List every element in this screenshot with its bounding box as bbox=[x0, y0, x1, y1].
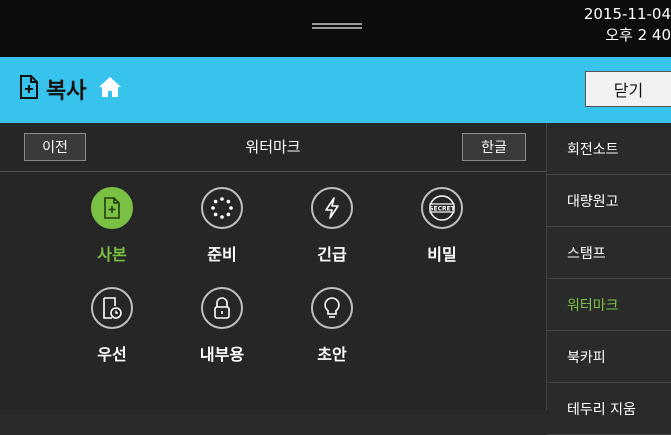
sidebar-item-rotate-sort[interactable]: 회전소트 bbox=[547, 123, 671, 175]
page-title: 복사 bbox=[46, 79, 87, 104]
home-icon[interactable] bbox=[98, 76, 122, 102]
option-copy[interactable]: 사본 bbox=[67, 187, 157, 265]
option-urgent[interactable]: 긴급 bbox=[287, 187, 377, 265]
option-internal[interactable]: 내부용 bbox=[177, 287, 267, 365]
language-button[interactable]: 한글 bbox=[462, 133, 526, 161]
option-label: 사본 bbox=[97, 245, 127, 264]
option-label: 준비 bbox=[207, 245, 237, 264]
lightbulb-icon bbox=[311, 287, 353, 329]
option-label: 초안 bbox=[317, 345, 347, 364]
option-label: 우선 bbox=[97, 345, 127, 364]
sidebar-item-book-copy[interactable]: 북카피 bbox=[547, 331, 671, 383]
main-panel: 이전 워터마크 한글 사본 준비 긴급 SECRET 비밀 우선 내부용 초안 bbox=[0, 123, 546, 410]
option-draft[interactable]: 초안 bbox=[287, 287, 377, 365]
sidebar-item-watermark[interactable]: 워터마크 bbox=[547, 279, 671, 331]
sidebar-item-stamp[interactable]: 스탬프 bbox=[547, 227, 671, 279]
sidebar-item-border-erase[interactable]: 테두리 지움 bbox=[547, 383, 671, 435]
copy-doc-icon bbox=[91, 187, 133, 229]
lightning-icon bbox=[311, 187, 353, 229]
title-area: 복사 bbox=[18, 73, 122, 105]
secret-stamp-icon: SECRET bbox=[421, 187, 463, 229]
option-ready[interactable]: 준비 bbox=[177, 187, 267, 265]
datetime: 2015-11-04 오후 2 40 bbox=[551, 4, 671, 46]
clock-doc-icon bbox=[91, 287, 133, 329]
option-secret[interactable]: SECRET 비밀 bbox=[397, 187, 487, 265]
lock-icon bbox=[201, 287, 243, 329]
date-text: 2015-11-04 bbox=[583, 5, 671, 23]
copy-doc-icon bbox=[18, 74, 40, 104]
status-bar: 2015-11-04 오후 2 40 bbox=[0, 0, 671, 57]
time-text: 오후 2 40 bbox=[605, 26, 671, 44]
option-label: 비밀 bbox=[427, 245, 457, 264]
sidebar-item-bulk-original[interactable]: 대량원고 bbox=[547, 175, 671, 227]
option-label: 긴급 bbox=[317, 245, 347, 264]
svg-text:SECRET: SECRET bbox=[429, 206, 456, 213]
toolbar: 이전 워터마크 한글 bbox=[0, 123, 546, 172]
close-button[interactable]: 닫기 bbox=[585, 71, 671, 107]
drag-handle[interactable] bbox=[312, 23, 362, 29]
sidebar: 회전소트 대량원고 스탬프 워터마크 북카피 테두리 지움 bbox=[546, 123, 671, 435]
dotted-circle-icon bbox=[201, 187, 243, 229]
option-label: 내부용 bbox=[199, 345, 245, 364]
option-priority[interactable]: 우선 bbox=[67, 287, 157, 365]
header-bar: 복사 닫기 bbox=[0, 57, 671, 123]
